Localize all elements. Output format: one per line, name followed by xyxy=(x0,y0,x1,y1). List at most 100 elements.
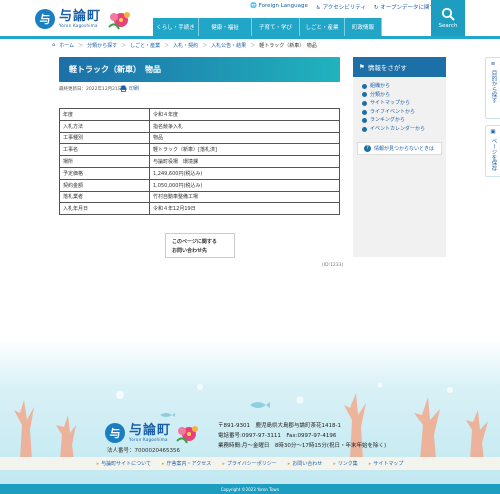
footer-address-block: 〒891-9301 鹿児島県大島郡与論町茶花1418-1 電話番号:0997-9… xyxy=(218,421,386,451)
row-key: 落札業者 xyxy=(59,190,150,204)
header-divider xyxy=(0,36,500,39)
breadcrumb-home[interactable]: ホーム xyxy=(59,42,74,49)
foreign-language-link[interactable]: 🌐 Foreign Language xyxy=(250,3,308,11)
corporate-number: 法人番号：7000020465356 xyxy=(107,448,180,454)
table-row: 入札年月日 令和４年12月19日 xyxy=(59,202,340,216)
nav-living[interactable]: くらし・手続き xyxy=(153,18,199,36)
table-row: 落札業者 竹村自動車整備工場 xyxy=(59,190,340,204)
arrow-icon xyxy=(362,109,367,115)
nav-work[interactable]: しごと・産業 xyxy=(300,18,345,36)
hibiscus-icon xyxy=(108,12,130,30)
arrow-icon xyxy=(362,118,367,124)
logo-title: 与論町 xyxy=(59,9,102,24)
help-label: 情報が見つからないときは xyxy=(374,145,435,152)
arrow-icon xyxy=(362,83,367,89)
search-icon xyxy=(441,7,455,21)
row-key: 契約金額 xyxy=(59,178,150,192)
footer-link-contact[interactable]: お問い合わせ xyxy=(288,460,322,467)
row-key: 工事名 xyxy=(59,143,150,157)
table-row: 場所 与論町役場 環境課 xyxy=(59,155,340,168)
table-row: 予定価格 1,249,600円(税込み) xyxy=(59,166,340,180)
list-icon: ≡ xyxy=(490,61,496,67)
print-button[interactable]: 印刷 xyxy=(120,85,139,92)
bookmark-icon: ▣ xyxy=(490,129,496,135)
purpose-search-tab[interactable]: ≡ 目的から探す xyxy=(485,57,500,119)
side-menu-title: 情報をさがす xyxy=(367,64,407,72)
row-value: 与論町役場 環境課 xyxy=(149,155,340,168)
side-item-organization[interactable]: 組織から xyxy=(362,82,446,91)
side-item-ranking[interactable]: ランキングから xyxy=(362,116,446,125)
side-menu-header: ⚑ 情報をさがす xyxy=(353,57,446,77)
row-value: 令和４年度 xyxy=(149,108,340,121)
contact-line-2: お問い合わせ先 xyxy=(172,248,208,254)
last-updated: 最終更新日：2022年12月21日 xyxy=(59,87,123,92)
purpose-search-label: 目的から探す xyxy=(490,70,497,103)
arrow-icon xyxy=(362,92,367,98)
breadcrumb-item[interactable]: 入札・契約 xyxy=(173,42,198,49)
phone-fax: 電話番号:0997-97-3111 Fax:0997-97-4196 xyxy=(218,433,337,439)
footer-logo-subtitle: Yoron Kagoshima xyxy=(129,437,168,442)
row-value: 竹村自動車整備工場 xyxy=(149,190,340,204)
global-nav: くらし・手続き 健康・福祉 子育て・学び しごと・産業 町政情報 xyxy=(153,18,382,36)
logo-subtitle: Yoron Kagoshima xyxy=(59,23,98,28)
home-icon: ⌂ xyxy=(52,42,56,48)
hibiscus-icon xyxy=(176,426,198,444)
help-link[interactable]: ? 情報が見つからないときは xyxy=(357,141,442,155)
side-item-category[interactable]: 分類から xyxy=(362,91,446,100)
footer-logo[interactable]: 与 与論町 Yoron Kagoshima xyxy=(105,423,171,443)
side-item-event-calendar[interactable]: イベントカレンダーから xyxy=(362,125,446,134)
town-emblem-icon: 与 xyxy=(35,9,55,29)
side-item-life-event[interactable]: ライフイベントから xyxy=(362,108,446,117)
breadcrumb-item[interactable]: 分類から探す xyxy=(87,42,117,49)
table-row: 入札方法 指名競争入札 xyxy=(59,119,340,133)
table-row: 年度 令和４年度 xyxy=(59,108,340,121)
row-value: 指名競争入札 xyxy=(149,119,340,133)
side-item-sitemap[interactable]: サイトマップから xyxy=(362,99,446,108)
table-row: 工事名 軽トラック（新車）[落札済] xyxy=(59,143,340,157)
nav-childcare[interactable]: 子育て・学び xyxy=(252,18,300,36)
breadcrumb-item[interactable]: 入札公告・結果 xyxy=(211,42,246,49)
row-key: 入札方法 xyxy=(59,119,150,133)
nav-town-info[interactable]: 町政情報 xyxy=(345,18,382,36)
copyright: Copyright ©2023 Yoron Town xyxy=(0,484,500,494)
office-hours: 業務時間:月～金曜日 8時30分～17時15分(祝日・年末年始を除く) xyxy=(218,443,387,449)
question-icon: ? xyxy=(364,144,371,152)
site-logo[interactable]: 与 与論町 Yoron Kagoshima xyxy=(35,9,101,29)
footer-link-links[interactable]: リンク集 xyxy=(333,460,358,467)
row-key: 予定価格 xyxy=(59,166,150,180)
search-button[interactable]: Search xyxy=(431,0,465,36)
table-row: 契約金額 1,050,000円(税込み) xyxy=(59,178,340,192)
save-page-label: ページを保存 xyxy=(490,138,497,171)
row-key: 年度 xyxy=(59,108,150,121)
accessibility-link[interactable]: ♿ アクセシビリティ xyxy=(316,3,366,11)
arrow-icon xyxy=(362,100,367,106)
breadcrumb-current: 軽トラック（新車） 物品 xyxy=(259,43,317,49)
side-menu-list: 組織から 分類から サイトマップから ライフイベントから ランキングから イベン… xyxy=(353,77,446,134)
search-label: Search xyxy=(438,23,458,29)
footer-link-privacy[interactable]: プライバシーポリシー xyxy=(222,460,277,467)
printer-icon xyxy=(120,85,127,92)
bid-info-table: 年度 令和４年度 入札方法 指名競争入札 工事種別 物品 工事名 軽トラック（新車）[落… xyxy=(59,108,340,216)
row-value: 令和４年12月19日 xyxy=(149,202,340,216)
header: 与 与論町 Yoron Kagoshima 🌐 Foreign Language… xyxy=(0,0,500,38)
row-key: 工事種別 xyxy=(59,131,150,145)
table-row: 工事種別 物品 xyxy=(59,131,340,145)
row-value: 1,249,600円(税込み) xyxy=(149,166,340,180)
utility-links: 🌐 Foreign Language ♿ アクセシビリティ ↻ オープンデータに… xyxy=(250,3,441,11)
print-label: 印刷 xyxy=(129,86,140,92)
footer-link-sitemap[interactable]: サイトマップ xyxy=(369,460,403,467)
breadcrumb-item[interactable]: しごと・産業 xyxy=(130,42,160,49)
nav-health[interactable]: 健康・福祉 xyxy=(199,18,252,36)
arrow-icon xyxy=(362,126,367,132)
address: 〒891-9301 鹿児島県大島郡与論町茶花1418-1 xyxy=(218,423,341,429)
footer-logo-title: 与論町 xyxy=(129,423,172,438)
footer-link-access[interactable]: 庁舎案内・アクセス xyxy=(162,460,212,467)
row-value: 軽トラック（新車）[落札済] xyxy=(149,143,340,157)
flag-icon: ⚑ xyxy=(359,63,365,71)
page-title: 軽トラック（新車） 物品 xyxy=(59,57,340,82)
save-page-tab[interactable]: ▣ ページを保存 xyxy=(485,125,500,177)
footer-nav: 与論町サイトについて 庁舎案内・アクセス プライバシーポリシー お問い合わせ リ… xyxy=(0,457,500,470)
row-value: 物品 xyxy=(149,131,340,145)
footer-link-about[interactable]: 与論町サイトについて xyxy=(97,460,151,467)
side-menu: ⚑ 情報をさがす 組織から 分類から サイトマップから ライフイベントから ラン… xyxy=(353,57,446,257)
